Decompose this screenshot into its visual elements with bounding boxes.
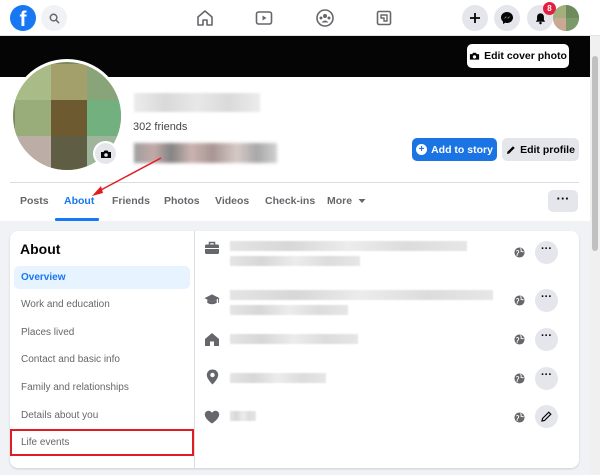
residence-info-redacted <box>230 334 358 344</box>
globe-icon <box>514 247 525 258</box>
groups-tab[interactable] <box>313 6 337 30</box>
education-row-menu-button[interactable]: ··· <box>535 289 558 312</box>
tab-videos[interactable]: Videos <box>215 195 249 207</box>
search-button[interactable] <box>41 5 67 31</box>
messenger-icon <box>501 12 513 24</box>
edit-cover-photo-label: Edit cover photo <box>484 50 567 62</box>
tab-photos[interactable]: Photos <box>164 195 200 207</box>
life-events-highlight <box>10 429 194 456</box>
watch-tab[interactable] <box>252 6 276 30</box>
work-info-redacted <box>230 256 360 266</box>
camera-icon <box>100 150 111 158</box>
plus-circle-icon: + <box>416 144 428 155</box>
work-row-menu-button[interactable]: ··· <box>535 241 558 264</box>
about-nav-details[interactable]: Details about you <box>14 404 190 427</box>
relationship-edit-button[interactable] <box>535 405 558 428</box>
tab-more-label: More <box>327 195 353 207</box>
globe-icon <box>514 373 525 384</box>
caret-down-icon <box>358 199 366 203</box>
about-heading: About <box>20 241 61 257</box>
scrollbar-thumb[interactable] <box>592 56 598 251</box>
facebook-logo[interactable]: f <box>10 5 36 31</box>
house-icon <box>205 332 219 346</box>
update-profile-picture-button[interactable] <box>93 141 118 166</box>
header-divider <box>10 182 579 183</box>
active-tab-indicator <box>55 218 99 221</box>
gaming-tab[interactable] <box>372 6 396 30</box>
about-nav-work-education[interactable]: Work and education <box>14 293 190 316</box>
globe-icon <box>514 334 525 345</box>
watch-icon <box>255 11 273 25</box>
account-avatar[interactable] <box>553 5 579 31</box>
work-info-redacted <box>230 241 467 251</box>
profile-overflow-button[interactable]: ··· <box>548 190 578 212</box>
education-info-redacted <box>230 290 493 300</box>
about-nav-family-relationships[interactable]: Family and relationships <box>14 376 190 399</box>
home-icon <box>197 10 213 26</box>
tab-checkins[interactable]: Check-ins <box>265 195 315 207</box>
edit-cover-photo-button[interactable]: Edit cover photo <box>467 44 569 68</box>
pencil-icon <box>507 145 515 154</box>
friend-avatars-redacted[interactable] <box>134 143 277 163</box>
camera-icon <box>469 52 480 60</box>
work-row-icon <box>204 240 220 256</box>
edit-profile-button[interactable]: Edit profile <box>502 138 579 161</box>
heart-icon <box>204 410 220 424</box>
about-nav-places-lived[interactable]: Places lived <box>14 321 190 344</box>
edit-profile-label: Edit profile <box>520 143 575 156</box>
plus-icon <box>470 13 480 23</box>
friends-count[interactable]: 302 friends <box>133 121 187 133</box>
globe-icon <box>514 412 525 423</box>
pencil-icon <box>541 411 552 422</box>
messenger-button[interactable] <box>494 5 520 31</box>
tab-more[interactable]: More <box>327 195 366 207</box>
location-pin-icon <box>206 369 218 385</box>
tab-about[interactable]: About <box>64 195 94 207</box>
notifications-button[interactable]: 8 <box>527 2 556 31</box>
groups-icon <box>316 9 334 27</box>
education-row-icon <box>204 292 220 308</box>
globe-icon <box>514 295 525 306</box>
about-column-divider <box>194 231 195 468</box>
home-tab[interactable] <box>193 6 217 30</box>
tab-posts[interactable]: Posts <box>20 195 49 207</box>
briefcase-icon <box>205 241 219 254</box>
add-to-story-label: Add to story <box>431 143 493 156</box>
about-nav-overview[interactable]: Overview <box>14 266 190 289</box>
gaming-icon <box>376 10 392 26</box>
top-navigation-bar: f 8 <box>0 0 600 36</box>
add-to-story-button[interactable]: + Add to story <box>412 138 497 161</box>
location-row-icon <box>204 369 220 385</box>
education-info-redacted <box>230 305 348 315</box>
relationship-row-icon <box>204 409 220 425</box>
hometown-info-redacted <box>230 373 326 383</box>
search-icon <box>49 13 60 24</box>
residence-row-menu-button[interactable]: ··· <box>535 328 558 351</box>
relationship-info-redacted <box>230 411 256 421</box>
profile-name-redacted <box>134 93 260 112</box>
about-nav-contact-info[interactable]: Contact and basic info <box>14 348 190 371</box>
create-button[interactable] <box>462 5 488 31</box>
tab-friends[interactable]: Friends <box>112 195 150 207</box>
home-row-icon <box>204 331 220 347</box>
hometown-row-menu-button[interactable]: ··· <box>535 367 558 390</box>
graduation-cap-icon <box>204 294 220 305</box>
